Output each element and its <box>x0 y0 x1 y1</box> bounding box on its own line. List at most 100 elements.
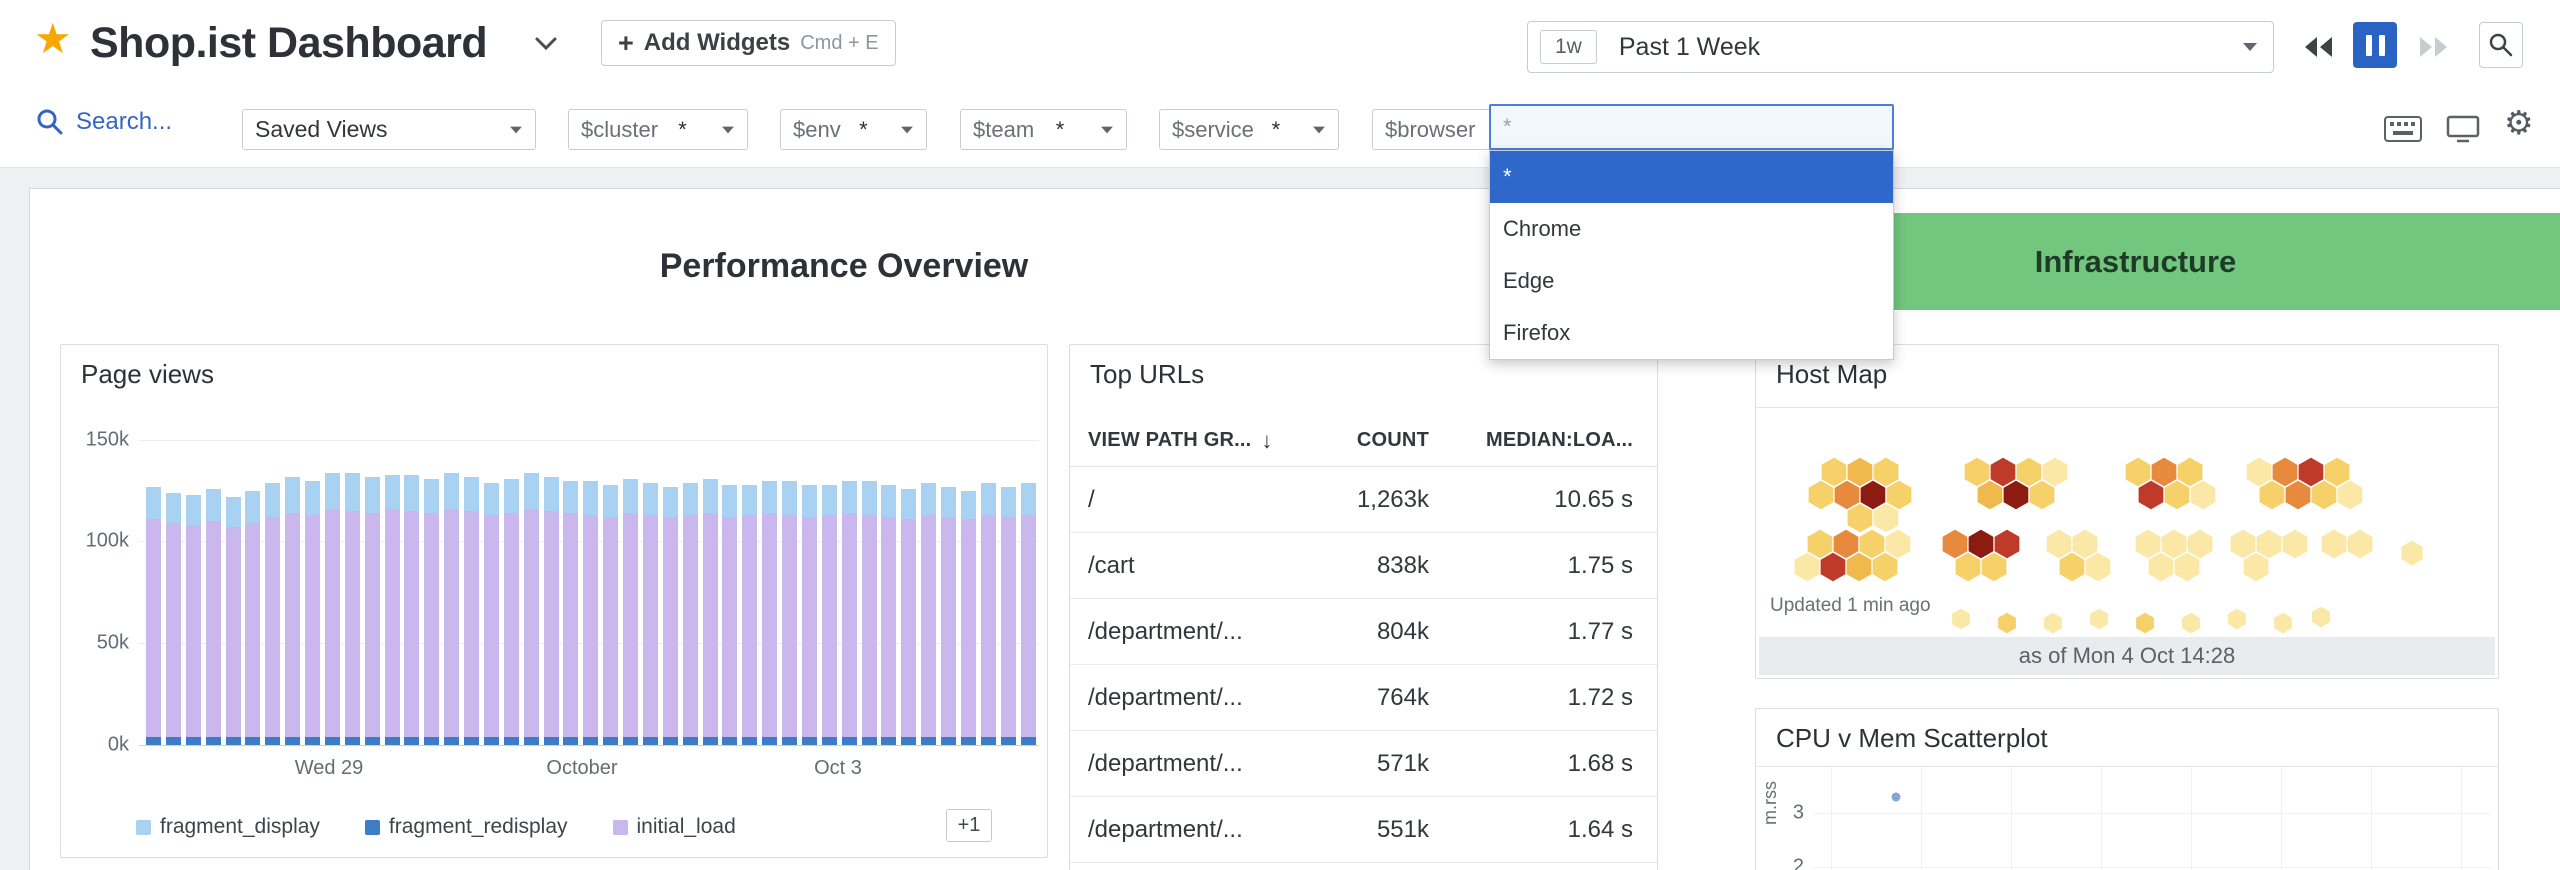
bar[interactable] <box>782 480 797 745</box>
column-header-median[interactable]: MEDIAN:LOA... <box>1429 429 1633 452</box>
bar[interactable] <box>642 482 658 745</box>
scatter-point[interactable] <box>1891 792 1901 802</box>
host-hexagon[interactable] <box>2320 528 2348 560</box>
bar[interactable] <box>523 472 539 745</box>
host-hexagon[interactable] <box>2180 611 2202 635</box>
browser-filter-input[interactable]: * <box>1489 104 1894 150</box>
search-label: Search... <box>76 108 173 135</box>
time-range-picker[interactable]: 1w Past 1 Week <box>1527 21 2274 73</box>
host-hexagon[interactable] <box>2281 528 2309 560</box>
group-title-performance: Performance Overview <box>659 247 1029 285</box>
bar[interactable] <box>960 490 976 745</box>
bar[interactable] <box>364 476 380 745</box>
bar[interactable] <box>881 484 897 745</box>
bar[interactable] <box>543 476 559 745</box>
bar[interactable] <box>682 482 698 745</box>
bar[interactable] <box>146 486 161 745</box>
bar[interactable] <box>1020 482 1036 745</box>
template-var-team[interactable]: $team * <box>960 109 1127 150</box>
bar[interactable] <box>1000 486 1016 745</box>
column-header-view-path[interactable]: VIEW PATH GR... ↓ <box>1088 428 1309 454</box>
bar[interactable] <box>821 484 837 745</box>
saved-views-select[interactable]: Saved Views <box>242 109 536 150</box>
table-row[interactable]: /department/... 551k 1.64 s <box>1070 797 1657 863</box>
bar[interactable] <box>801 484 817 745</box>
y-tick-label: 3 <box>1792 801 1804 824</box>
chevron-down-icon[interactable] <box>534 36 558 52</box>
bar[interactable] <box>424 478 440 745</box>
bar[interactable] <box>841 480 857 745</box>
dropdown-option[interactable]: Firefox <box>1490 307 1893 359</box>
bar[interactable] <box>901 488 917 745</box>
bar[interactable] <box>344 472 360 745</box>
bar[interactable] <box>941 486 956 745</box>
legend-more-badge[interactable]: +1 <box>946 809 992 842</box>
host-hexagon[interactable] <box>2088 607 2110 631</box>
legend-item[interactable]: initial_load <box>612 815 736 839</box>
search-control[interactable]: Search... <box>36 108 172 136</box>
bar[interactable] <box>702 478 718 745</box>
bar[interactable] <box>324 472 340 745</box>
template-var-cluster[interactable]: $cluster * <box>568 109 748 150</box>
bar[interactable] <box>265 482 281 745</box>
group-title-infrastructure: Infrastructure <box>2034 243 2237 279</box>
host-hexagon[interactable] <box>2272 611 2294 635</box>
bar[interactable] <box>305 480 320 745</box>
bar[interactable] <box>603 484 619 745</box>
bar[interactable] <box>205 488 221 745</box>
gear-icon[interactable]: ⚙ <box>2504 106 2534 139</box>
zoom-button[interactable] <box>2479 22 2523 68</box>
dropdown-option[interactable]: * <box>1490 151 1893 203</box>
bar[interactable] <box>662 486 678 745</box>
bar[interactable] <box>384 474 400 745</box>
chevron-down-icon <box>1313 126 1325 133</box>
host-hexagon[interactable] <box>2134 611 2156 635</box>
forward-button[interactable] <box>2412 24 2456 70</box>
column-header-count[interactable]: COUNT <box>1309 429 1429 452</box>
keyboard-shortcuts-icon[interactable] <box>2384 116 2422 142</box>
bar[interactable] <box>921 482 937 745</box>
bar[interactable] <box>483 482 499 745</box>
bar[interactable] <box>722 484 738 745</box>
table-row[interactable]: /department/... 764k 1.72 s <box>1070 665 1657 731</box>
template-var-env[interactable]: $env * <box>780 109 927 150</box>
add-widgets-button[interactable]: + Add Widgets Cmd + E <box>601 20 896 66</box>
table-row[interactable]: /cart 838k 1.75 s <box>1070 533 1657 599</box>
rewind-button[interactable] <box>2296 24 2340 70</box>
legend-item[interactable]: fragment_redisplay <box>364 815 568 839</box>
host-hexagon[interactable] <box>1996 611 2018 635</box>
bar[interactable] <box>563 480 579 745</box>
table-row[interactable]: /department/... 804k 1.77 s <box>1070 599 1657 665</box>
template-var-service[interactable]: $service * <box>1159 109 1339 150</box>
table-row[interactable]: /department/... 571k 1.68 s <box>1070 731 1657 797</box>
bar[interactable] <box>762 480 778 745</box>
bar[interactable] <box>861 480 877 745</box>
host-hexagon[interactable] <box>2226 607 2248 631</box>
bar[interactable] <box>165 492 181 745</box>
host-hexagon[interactable] <box>2346 528 2374 560</box>
bar[interactable] <box>285 476 301 745</box>
dropdown-option[interactable]: Edge <box>1490 255 1893 307</box>
host-hexagon[interactable] <box>2310 605 2332 629</box>
bar[interactable] <box>185 494 201 745</box>
bar[interactable] <box>503 478 519 745</box>
bar[interactable] <box>404 474 420 745</box>
bar[interactable] <box>742 484 758 745</box>
bar[interactable] <box>583 480 599 745</box>
bar[interactable] <box>464 476 479 745</box>
pause-button[interactable] <box>2353 22 2397 68</box>
bar[interactable] <box>623 478 638 745</box>
bar[interactable] <box>225 496 241 745</box>
host-hexagon[interactable] <box>2400 539 2424 567</box>
gridline <box>1921 766 1922 870</box>
host-hexagon[interactable] <box>2042 611 2064 635</box>
bar[interactable] <box>245 490 261 745</box>
tv-mode-icon[interactable] <box>2446 115 2480 143</box>
dropdown-option[interactable]: Chrome <box>1490 203 1893 255</box>
gridline <box>2011 766 2012 870</box>
table-row[interactable]: /1,263k 10.65 s <box>1070 467 1657 533</box>
host-hexagon[interactable] <box>1950 607 1972 631</box>
legend-item[interactable]: fragment_display <box>136 815 320 839</box>
bar[interactable] <box>444 472 460 745</box>
bar[interactable] <box>980 482 996 745</box>
